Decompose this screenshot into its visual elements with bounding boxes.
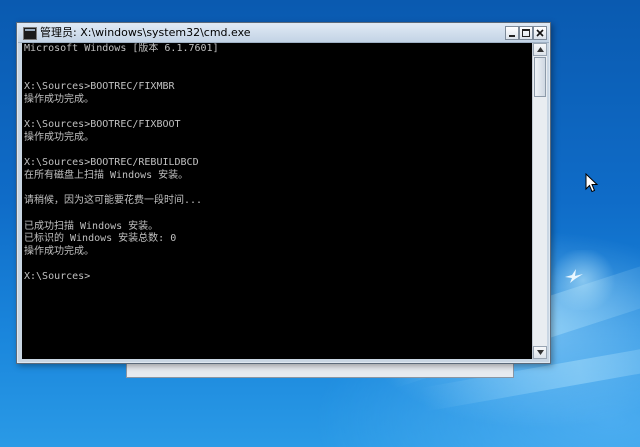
cmd-window[interactable]: 管理员: X:\windows\system32\cmd.exe Microso… bbox=[16, 22, 551, 364]
console-line: 请稍候，因为这可能要花费一段时间... bbox=[24, 195, 203, 207]
scroll-thumb[interactable] bbox=[534, 57, 546, 97]
scroll-up-button[interactable] bbox=[533, 43, 547, 56]
console-line: X:\Sources> bbox=[24, 271, 91, 283]
window-title: 管理员: X:\windows\system32\cmd.exe bbox=[40, 26, 251, 39]
wallpaper-bird-icon bbox=[564, 268, 584, 284]
arrow-down-icon bbox=[537, 350, 544, 355]
arrow-up-icon bbox=[537, 47, 544, 52]
console-line: 在所有磁盘上扫描 Windows 安装。 bbox=[24, 169, 189, 181]
background-window-edge bbox=[126, 362, 514, 378]
console-text: Microsoft Windows [版本 6.1.7601] X:\Source… bbox=[22, 43, 532, 284]
mouse-pointer-icon bbox=[585, 172, 599, 193]
console-line: 操作成功完成。 bbox=[24, 93, 94, 105]
title-bar[interactable]: 管理员: X:\windows\system32\cmd.exe bbox=[18, 24, 549, 43]
minimize-button[interactable] bbox=[505, 26, 519, 40]
console-line: 已成功扫描 Windows 安装。 bbox=[24, 220, 159, 232]
console-output[interactable]: Microsoft Windows [版本 6.1.7601] X:\Source… bbox=[22, 43, 532, 359]
console-line: 操作成功完成。 bbox=[24, 131, 94, 143]
close-icon bbox=[536, 29, 544, 37]
console-line: Microsoft Windows [版本 6.1.7601] bbox=[24, 43, 219, 54]
console-line: X:\Sources>BOOTREC/REBUILDBCD bbox=[24, 157, 199, 169]
close-button[interactable] bbox=[533, 26, 547, 40]
cmd-icon[interactable] bbox=[23, 27, 37, 40]
scroll-down-button[interactable] bbox=[533, 346, 547, 359]
console-line: X:\Sources>BOOTREC/FIXMBR bbox=[24, 81, 175, 93]
console-line: X:\Sources>BOOTREC/FIXBOOT bbox=[24, 119, 181, 131]
vertical-scrollbar[interactable] bbox=[532, 43, 547, 359]
console-line: 已标识的 Windows 安装总数: 0 bbox=[24, 233, 177, 245]
maximize-button[interactable] bbox=[519, 26, 533, 40]
console-line: 操作成功完成。 bbox=[24, 246, 94, 257]
